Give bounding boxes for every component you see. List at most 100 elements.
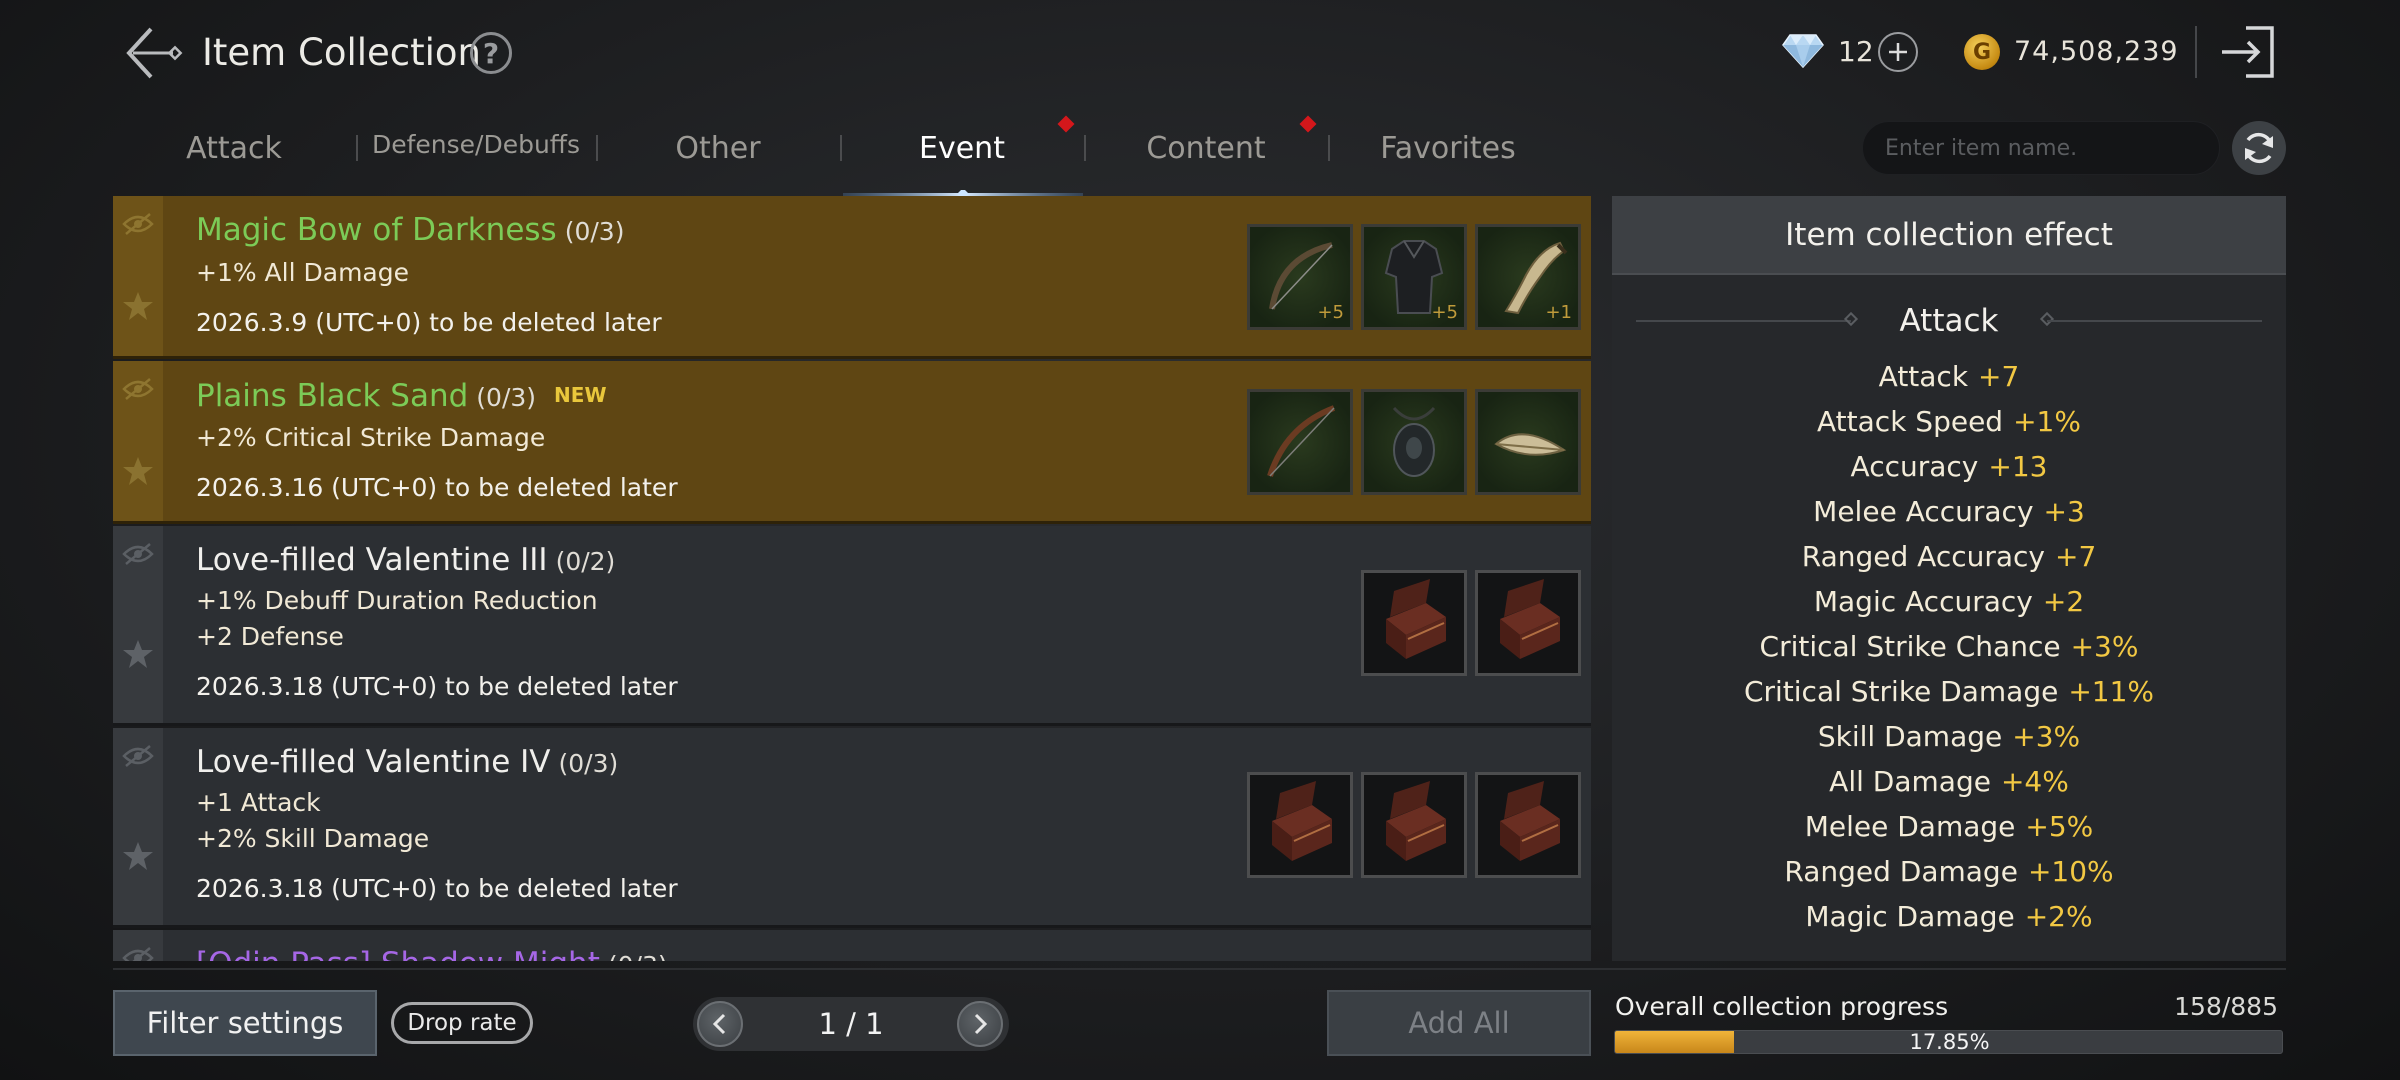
tab-defense-debuffs[interactable]: Defense/Debuffs [368, 116, 584, 172]
stat-value: +10% [2027, 855, 2114, 888]
refresh-icon [2245, 132, 2273, 164]
tab-separator [1328, 135, 1330, 161]
stat-value: +4% [2000, 765, 2069, 798]
collection-effect: +1 Attack [196, 788, 321, 817]
enhance-level: +5 [1317, 302, 1344, 323]
stat-label: Melee Damage [1804, 810, 2016, 843]
stat-line: Ranged Damage +10% [1612, 852, 2286, 892]
stat-line: Accuracy +13 [1612, 447, 2286, 487]
help-button[interactable]: ? [470, 32, 512, 74]
eye-icon[interactable] [122, 744, 154, 768]
stat-line: Attack Speed +1% [1612, 402, 2286, 442]
tab-favorites[interactable]: Favorites [1366, 120, 1530, 176]
progress-count: 158/885 [2174, 992, 2278, 1021]
new-badge: NEW [554, 383, 607, 407]
tab-event[interactable]: Event [880, 120, 1044, 176]
collection-name-line: Love-filled Valentine III (0/2) [196, 540, 615, 582]
stat-value: +2 [2042, 585, 2085, 618]
previous-page-button[interactable] [697, 1001, 743, 1047]
footer-divider [113, 968, 2286, 970]
item-slot[interactable] [1475, 772, 1581, 878]
eye-icon[interactable] [122, 946, 154, 961]
collection-name: [Odin Pass] Shadow Might [196, 946, 600, 961]
collection-row[interactable]: Love-filled Valentine IV (0/3) +1 Attack … [113, 728, 1591, 928]
collection-count: (0/2) [555, 547, 616, 576]
pagination: 1 / 1 [693, 997, 1009, 1051]
favorite-star-icon[interactable] [122, 290, 154, 322]
collection-effect-panel[interactable]: Item collection effect Attack Attack +7 A… [1612, 196, 2286, 961]
feather-icon [1494, 433, 1567, 456]
tab-separator [1084, 135, 1086, 161]
tab-other[interactable]: Other [636, 120, 800, 176]
stat-label: Ranged Accuracy [1801, 540, 2045, 573]
collection-count: (0/3) [608, 951, 668, 961]
exit-button[interactable] [2218, 22, 2278, 82]
stat-value: +13 [1988, 450, 2048, 483]
next-page-button[interactable] [957, 1001, 1003, 1047]
subtitle-divider [2047, 320, 2262, 322]
collection-effect: +2 Defense [196, 622, 344, 651]
favorite-star-icon[interactable] [122, 840, 154, 872]
chest-icon [1272, 781, 1332, 861]
item-slot[interactable] [1247, 389, 1353, 495]
collection-name-line: Plains Black Sand (0/3) NEW [196, 375, 607, 418]
header-divider [2195, 26, 2197, 78]
stat-label: Ranged Damage [1784, 855, 2018, 888]
stat-label: Magic Damage [1805, 900, 2015, 933]
stat-line: Critical Strike Damage +11% [1612, 672, 2286, 712]
drop-rate-button[interactable]: Drop rate [391, 1002, 533, 1044]
stat-line: Melee Damage +5% [1612, 807, 2286, 847]
item-slot[interactable]: +1 [1475, 224, 1581, 330]
item-slot[interactable]: +5 [1361, 224, 1467, 330]
item-slot[interactable]: +5 [1247, 224, 1353, 330]
item-slot[interactable] [1361, 772, 1467, 878]
collection-count: (0/3) [564, 217, 625, 246]
item-slot[interactable] [1361, 570, 1467, 676]
stat-line: All Damage +4% [1612, 762, 2286, 802]
add-gems-button[interactable] [1878, 32, 1918, 72]
stat-label: All Damage [1829, 765, 1991, 798]
row-side-bar [113, 361, 163, 521]
search-field[interactable] [1862, 121, 2220, 175]
eye-icon[interactable] [122, 377, 154, 401]
eye-icon[interactable] [122, 542, 154, 566]
collection-effect: +2% Critical Strike Damage [196, 423, 546, 452]
favorite-star-icon[interactable] [122, 455, 154, 487]
item-slot[interactable] [1247, 772, 1353, 878]
back-button[interactable] [118, 22, 188, 84]
collection-list[interactable]: Magic Bow of Darkness (0/3) +1% All Damag… [113, 196, 1591, 961]
refresh-button[interactable] [2232, 121, 2286, 175]
stat-line: Skill Damage +3% [1612, 717, 2286, 757]
tab-content[interactable]: Content [1124, 120, 1288, 176]
eye-icon[interactable] [122, 212, 154, 236]
diamond-icon [1782, 33, 1824, 73]
item-slot[interactable] [1475, 389, 1581, 495]
collection-row[interactable]: Love-filled Valentine III (0/2) +1% Debuf… [113, 526, 1591, 726]
tab-separator [840, 135, 842, 161]
favorite-star-icon[interactable] [122, 638, 154, 670]
item-slot[interactable] [1475, 570, 1581, 676]
add-all-button[interactable]: Add All [1327, 990, 1591, 1056]
tab-attack[interactable]: Attack [150, 120, 318, 176]
collection-expiry-date: 2026.3.18 (UTC+0) to be deleted later [196, 672, 678, 701]
filter-settings-button[interactable]: Filter settings [113, 990, 377, 1056]
collection-name: Love-filled Valentine III [196, 542, 548, 578]
stat-value: +11% [2068, 675, 2155, 708]
collection-name-line: [Odin Pass] Shadow Might (0/3) [196, 944, 668, 961]
search-input[interactable] [1885, 135, 2205, 161]
item-slot[interactable] [1361, 389, 1467, 495]
stat-label: Magic Accuracy [1813, 585, 2033, 618]
collection-row[interactable]: [Odin Pass] Shadow Might (0/3) [113, 930, 1591, 961]
gem-count: 12 [1838, 35, 1874, 68]
collection-row[interactable]: Magic Bow of Darkness (0/3) +1% All Damag… [113, 196, 1591, 359]
plus-icon [1889, 43, 1907, 61]
gold-coin-icon: G [1964, 34, 2000, 70]
collection-name: Plains Black Sand [196, 378, 469, 414]
enhance-level: +5 [1431, 302, 1458, 323]
row-side-bar [113, 526, 163, 723]
stat-line: Magic Accuracy +2 [1612, 582, 2286, 622]
amulet-icon [1392, 406, 1436, 477]
stat-label: Critical Strike Chance [1759, 630, 2061, 663]
collection-effect: +1% All Damage [196, 258, 409, 287]
collection-row[interactable]: Plains Black Sand (0/3) NEW +2% Critical S… [113, 361, 1591, 524]
